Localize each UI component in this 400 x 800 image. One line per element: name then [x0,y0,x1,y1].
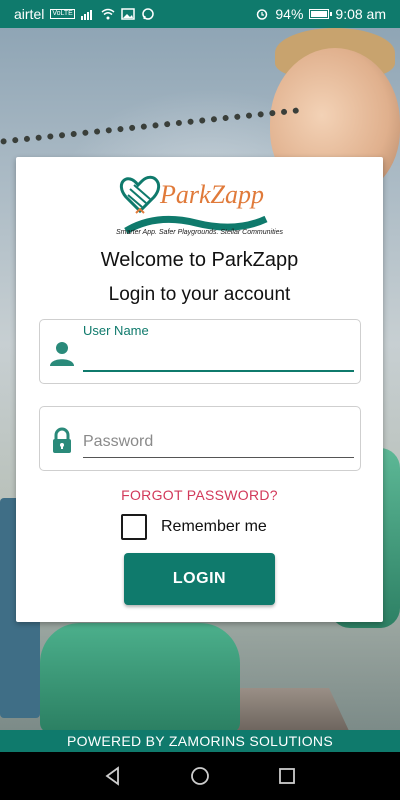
home-icon [191,767,209,785]
powered-by-footer: POWERED BY ZAMORINS SOLUTIONS [0,730,400,752]
recents-button[interactable] [272,761,302,791]
remember-me-row[interactable]: Remember me [121,514,267,540]
back-icon [105,766,120,786]
login-subheading: Login to your account [108,284,291,305]
carrier-label: airtel [14,6,45,22]
signal-icon [80,10,92,20]
welcome-heading: Welcome to ParkZapp [100,249,299,271]
battery-percent: 94% [275,6,304,22]
home-button[interactable] [185,761,215,791]
password-input[interactable] [83,429,354,455]
recents-icon [278,768,295,784]
battery-icon [309,9,333,19]
remember-me-label: Remember me [161,518,267,535]
login-card: ParkZapp Smarter App. Safer Playgrounds.… [16,157,383,622]
username-field: User Name [39,319,361,384]
logo-wordmark: ParkZapp [159,180,264,209]
alarm-icon [257,9,268,20]
username-underline [83,370,354,372]
username-input[interactable] [83,342,354,368]
logo-tagline: Smarter App. Safer Playgrounds. Stellar … [115,229,284,236]
whatsapp-icon [142,8,154,20]
volte-badge: VoLTE [50,9,75,19]
login-button[interactable]: LOGIN [124,553,275,605]
remember-me-checkbox[interactable] [121,514,147,540]
status-time: 9:08 am [335,6,386,22]
status-bar: airtel VoLTE 94% 9:08 am [0,0,400,28]
wifi-icon [101,8,115,20]
android-nav-bar [0,752,400,800]
password-field [39,406,361,471]
username-label: User Name [83,323,149,338]
password-underline [83,457,354,458]
lock-icon [53,427,71,453]
person-icon [50,342,74,366]
image-icon [121,8,135,20]
back-button[interactable] [98,761,128,791]
forgot-password-link[interactable]: FORGOT PASSWORD? [16,487,383,503]
